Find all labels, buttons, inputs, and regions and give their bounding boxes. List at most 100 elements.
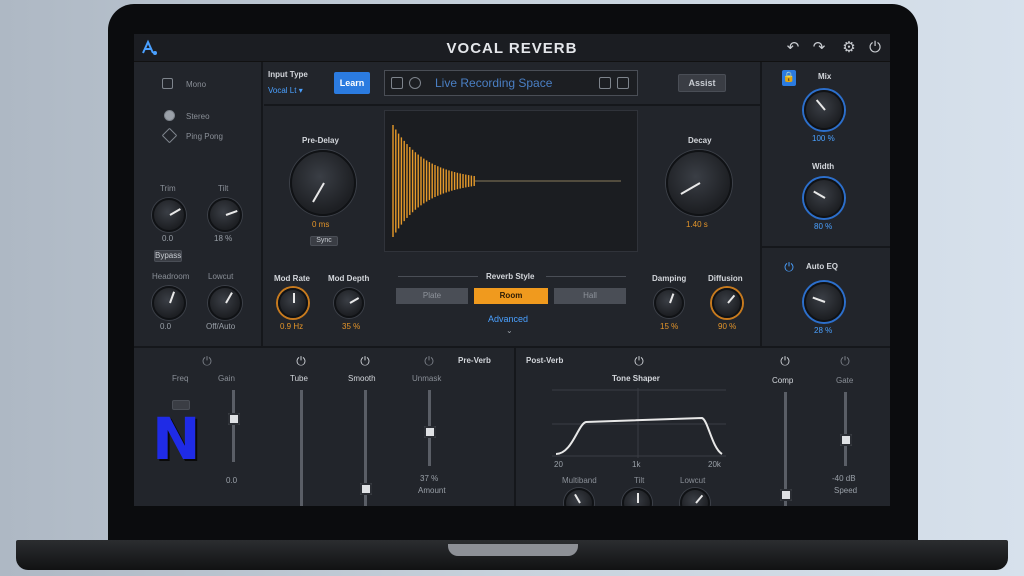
tilt-knob[interactable] (208, 198, 242, 232)
unmask-value: 37 % (420, 474, 439, 483)
divider-top (264, 104, 760, 106)
tone-tilt-label: Tilt (634, 476, 645, 485)
autoeq-value: 28 % (814, 326, 833, 335)
unmask-sub-label: Amount (418, 486, 446, 495)
eq-high-label: 20k (708, 460, 721, 469)
style-rule-right (546, 276, 626, 277)
damping-value: 15 % (660, 322, 679, 331)
gate-slider-track[interactable] (844, 392, 847, 466)
input-type-dropdown[interactable]: Vocal Lt ▾ (268, 86, 303, 95)
mono-checkbox[interactable] (162, 78, 173, 89)
gate-power-icon[interactable]: ⏻ (838, 354, 852, 368)
width-value: 80 % (814, 222, 833, 231)
tube-power-icon[interactable]: ⏻ (294, 354, 308, 368)
mod-depth-label: Mod Depth (328, 274, 370, 283)
tone-lowcut-knob[interactable] (680, 488, 710, 506)
autoeq-knob[interactable] (804, 282, 844, 322)
style-plate-button[interactable]: Plate (396, 288, 468, 304)
gate-sub-label: Speed (834, 486, 858, 495)
preset-menu-icon[interactable] (617, 77, 629, 89)
autoeq-label: Auto EQ (806, 262, 838, 271)
reverb-display (384, 110, 638, 252)
settings-icon[interactable]: ⚙ (840, 39, 858, 57)
preset-browse-icon[interactable] (391, 77, 403, 89)
eq-mid-label: 1k (632, 460, 641, 469)
stereo-radio[interactable] (164, 110, 175, 121)
input-type-label: Input Type (268, 70, 308, 79)
unmask-label: Unmask (412, 374, 442, 383)
preset-name[interactable]: Live Recording Space (435, 76, 552, 90)
smooth-label: Smooth (348, 374, 376, 383)
lowcut-value: Off/Auto (206, 322, 236, 331)
advanced-chevron-icon[interactable]: ⌄ (506, 326, 513, 335)
tilt-value: 18 % (214, 234, 233, 243)
smooth-power-icon[interactable]: ⏻ (358, 354, 372, 368)
tilt-label: Tilt (218, 184, 229, 193)
mix-value: 100 % (812, 134, 835, 143)
width-knob[interactable] (804, 178, 844, 218)
preset-save-icon[interactable] (599, 77, 611, 89)
unmask-power-icon[interactable]: ⏻ (422, 354, 436, 368)
mix-knob[interactable] (804, 90, 844, 130)
divider-bottom (134, 346, 890, 348)
divider-bottom-mid (514, 348, 516, 506)
headroom-knob[interactable] (152, 286, 186, 320)
autoeq-power-icon[interactable]: ⏻ (782, 260, 796, 274)
gate-slider-thumb[interactable] (840, 434, 852, 447)
style-hall-button[interactable]: Hall (554, 288, 626, 304)
unmask-slider-thumb[interactable] (424, 425, 436, 438)
pingpong-radio[interactable] (161, 127, 178, 144)
damping-knob[interactable] (654, 288, 684, 318)
postverb-section-label: Post-Verb (526, 356, 564, 365)
headroom-label: Headroom (152, 272, 190, 281)
app-title: VOCAL REVERB (446, 40, 578, 57)
tone-shaper-curve (552, 388, 726, 458)
mod-rate-label: Mod Rate (274, 274, 310, 283)
bypass-button[interactable]: Bypass (154, 250, 182, 262)
assist-button[interactable]: Assist (678, 74, 726, 92)
preset-info-icon[interactable] (409, 77, 421, 89)
multiband-knob[interactable] (564, 488, 594, 506)
gain-slider-thumb[interactable] (228, 412, 240, 425)
prewash-section-label: Pre-Verb (458, 356, 491, 365)
predelay-label: Pre-Delay (302, 136, 339, 145)
lock-icon[interactable]: 🔒 (782, 70, 796, 86)
tone-shaper-display (552, 388, 726, 458)
lowcut-knob[interactable] (208, 286, 242, 320)
tube-slider-track[interactable] (300, 390, 303, 506)
power-icon[interactable]: ⏻ (866, 39, 884, 57)
diffusion-knob[interactable] (712, 288, 742, 318)
sync-button[interactable]: Sync (310, 236, 338, 246)
gain-slider-track[interactable] (232, 390, 235, 462)
smooth-slider-thumb[interactable] (360, 482, 372, 495)
tone-lowcut-label: Lowcut (680, 476, 706, 485)
undo-icon[interactable]: ↶ (784, 39, 802, 57)
diffusion-label: Diffusion (708, 274, 743, 283)
tube-label: Tube (290, 374, 308, 383)
predelay-knob[interactable] (290, 150, 356, 216)
freq-label: Freq (172, 374, 189, 383)
decay-knob[interactable] (666, 150, 732, 216)
redo-icon[interactable]: ↷ (810, 39, 828, 57)
style-room-button[interactable]: Room (474, 288, 548, 304)
tone-tilt-knob[interactable] (622, 488, 652, 506)
advanced-link[interactable]: Advanced (488, 314, 528, 324)
divider-right-mid (762, 246, 890, 248)
trim-label: Trim (160, 184, 176, 193)
mod-depth-knob[interactable] (334, 288, 364, 318)
damping-label: Damping (652, 274, 687, 283)
headroom-value: 0.0 (160, 322, 172, 331)
comp-power-icon[interactable]: ⏻ (778, 354, 792, 368)
style-rule-left (398, 276, 478, 277)
diffusion-value: 90 % (718, 322, 737, 331)
trim-knob[interactable] (152, 198, 186, 232)
lowcut-label: Lowcut (208, 272, 234, 281)
mod-rate-knob[interactable] (278, 288, 308, 318)
tone-shaper-power-icon[interactable]: ⏻ (632, 354, 646, 368)
mono-label: Mono (186, 80, 207, 89)
reverb-style-label: Reverb Style (486, 272, 535, 281)
gate-label: Gate (836, 376, 854, 385)
comp-slider-thumb[interactable] (780, 488, 792, 501)
learn-button[interactable]: Learn (334, 72, 370, 94)
prewash-power-icon[interactable]: ⏻ (200, 354, 214, 368)
